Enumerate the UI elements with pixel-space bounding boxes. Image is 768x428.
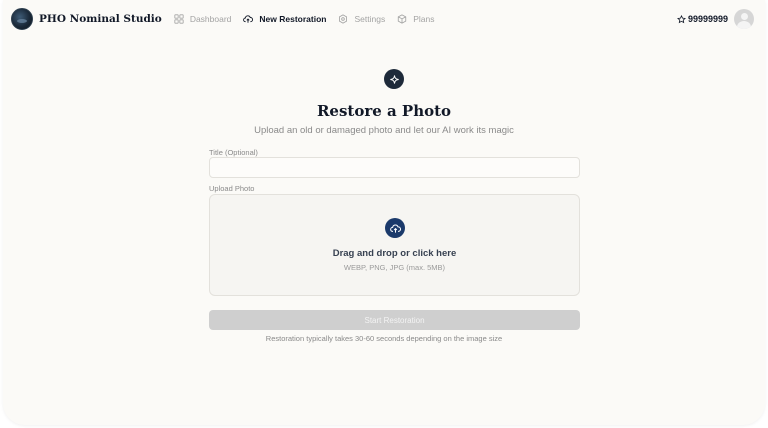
star-icon bbox=[676, 14, 686, 23]
gear-icon bbox=[339, 14, 348, 24]
top-navbar: PHO Nominal Studio Dashboard New Restora… bbox=[3, 0, 765, 38]
cube-icon bbox=[398, 14, 407, 24]
user-avatar[interactable] bbox=[734, 9, 754, 29]
credits-display[interactable]: 99999999 bbox=[676, 14, 728, 24]
restoration-time-note: Restoration typically takes 30-60 second… bbox=[265, 334, 503, 343]
title-field-label: Title (Optional) bbox=[209, 148, 258, 157]
brand-logo[interactable] bbox=[11, 8, 33, 30]
nav-item-label: New Restoration bbox=[259, 14, 327, 24]
upload-field-label: Upload Photo bbox=[209, 184, 255, 193]
nav-item-settings[interactable]: Settings bbox=[338, 14, 385, 24]
start-restoration-button[interactable]: Start Restoration bbox=[209, 310, 580, 330]
dropzone-headline: Drag and drop or click here bbox=[332, 248, 457, 259]
upload-dropzone[interactable]: Drag and drop or click here WEBP, PNG, J… bbox=[209, 194, 580, 296]
nav-item-dashboard[interactable]: Dashboard bbox=[174, 14, 232, 24]
title-input[interactable] bbox=[209, 157, 580, 178]
page-title: Restore a Photo bbox=[316, 102, 452, 120]
cloud-upload-icon bbox=[385, 218, 405, 238]
grid-icon bbox=[174, 14, 184, 24]
page-subtitle: Upload an old or damaged photo and let o… bbox=[254, 125, 514, 136]
brand-name[interactable]: PHO Nominal Studio bbox=[39, 13, 162, 25]
app-window: PHO Nominal Studio Dashboard New Restora… bbox=[3, 0, 765, 425]
cloud-upload-icon bbox=[243, 15, 254, 23]
nav-item-label: Dashboard bbox=[189, 14, 232, 24]
nav-item-label: Settings bbox=[354, 14, 386, 24]
nav-item-new-restoration[interactable]: New Restoration bbox=[243, 14, 326, 24]
nav-item-plans[interactable]: Plans bbox=[397, 14, 434, 24]
nav-item-label: Plans bbox=[413, 14, 435, 24]
sparkle-icon bbox=[384, 69, 404, 89]
dropzone-hint: WEBP, PNG, JPG (max. 5MB) bbox=[343, 263, 446, 272]
credits-count: 99999999 bbox=[687, 14, 728, 24]
